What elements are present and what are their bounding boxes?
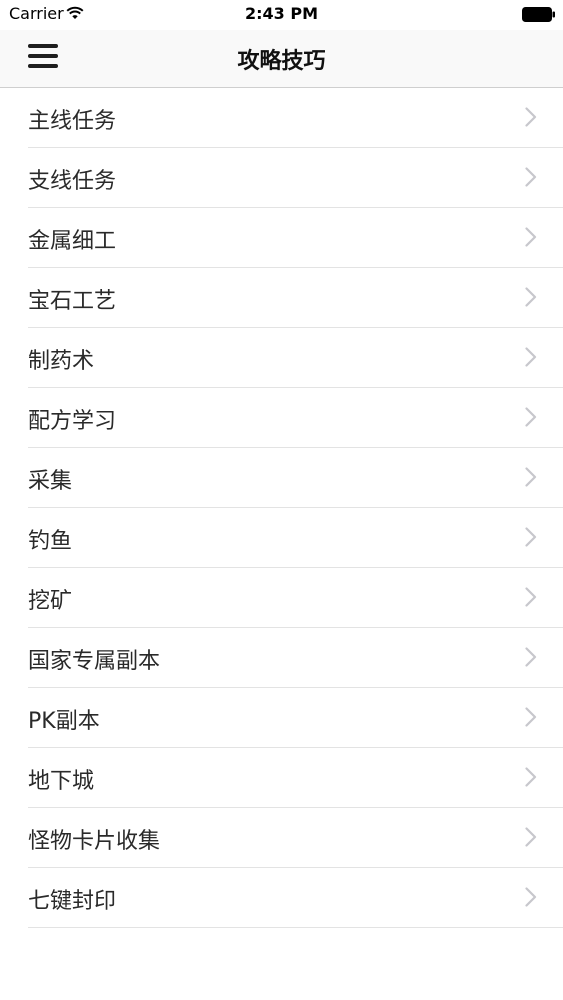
list-item[interactable]: 七键封印 [28, 868, 563, 928]
clock: 2:43 PM [244, 4, 318, 23]
list-item-label: 七键封印 [28, 889, 117, 914]
list-item[interactable]: 支线任务 [28, 148, 563, 208]
list-item[interactable]: 挖矿 [28, 568, 563, 628]
chevron-right-icon [525, 647, 537, 667]
list-item-label: 钓鱼 [28, 529, 73, 554]
chevron-right-icon [525, 167, 537, 187]
chevron-right-icon [525, 227, 537, 247]
list-item[interactable]: 国家专属副本 [28, 628, 563, 688]
list-item-label: 宝石工艺 [28, 289, 117, 314]
chevron-right-icon [525, 467, 537, 487]
list-item[interactable]: 配方学习 [28, 388, 563, 448]
status-bar: Carrier 2:43 PM [0, 0, 563, 30]
list-item[interactable]: 金属细工 [28, 208, 563, 268]
list-item[interactable]: 采集 [28, 448, 563, 508]
list-item[interactable]: PK副本 [28, 688, 563, 748]
list-item[interactable]: 主线任务 [28, 88, 563, 148]
list-item-label: 金属细工 [28, 229, 117, 254]
list-item[interactable]: 钓鱼 [28, 508, 563, 568]
battery-icon [522, 7, 555, 22]
list-item-label: 采集 [28, 469, 73, 494]
chevron-right-icon [525, 887, 537, 907]
list-item[interactable]: 怪物卡片收集 [28, 808, 563, 868]
chevron-right-icon [525, 707, 537, 727]
chevron-right-icon [525, 527, 537, 547]
list-item-label: 地下城 [28, 769, 95, 794]
chevron-right-icon [525, 407, 537, 427]
list-item-label: 怪物卡片收集 [28, 829, 161, 854]
chevron-right-icon [525, 587, 537, 607]
chevron-right-icon [525, 287, 537, 307]
chevron-right-icon [525, 107, 537, 127]
chevron-right-icon [525, 827, 537, 847]
list-item-label: 配方学习 [28, 409, 117, 434]
list-item-label: 制药术 [28, 349, 95, 374]
list-item-label: 主线任务 [28, 109, 117, 134]
list-item-label: PK副本 [28, 709, 100, 734]
list-item-label: 支线任务 [28, 169, 117, 194]
list-item-label: 挖矿 [28, 589, 73, 614]
list-item[interactable]: 制药术 [28, 328, 563, 388]
navigation-bar: 攻略技巧 [0, 30, 563, 88]
chevron-right-icon [525, 347, 537, 367]
list-item[interactable]: 宝石工艺 [28, 268, 563, 328]
page-title: 攻略技巧 [237, 49, 326, 74]
guide-list: 主线任务支线任务金属细工宝石工艺制药术配方学习采集钓鱼挖矿国家专属副本 PK副本地… [0, 88, 563, 928]
list-item-label: 国家专属副本 [28, 649, 161, 674]
chevron-right-icon [525, 767, 537, 787]
list-item[interactable]: 地下城 [28, 748, 563, 808]
